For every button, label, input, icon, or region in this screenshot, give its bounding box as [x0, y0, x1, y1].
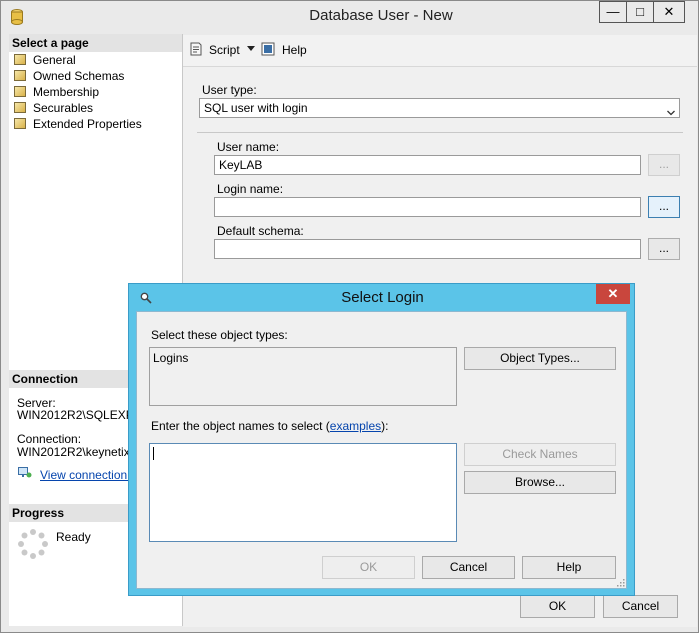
window-title: Database User - New — [309, 7, 453, 24]
ok-button[interactable]: OK — [520, 595, 595, 618]
user-type-dropdown[interactable]: SQL user with login — [199, 98, 680, 118]
page-item-membership[interactable]: Membership — [9, 84, 182, 100]
dialog-ok-button[interactable]: OK — [322, 556, 415, 579]
server-value: WIN2012R2\SQLEXPR — [17, 408, 143, 422]
login-name-input[interactable] — [214, 197, 641, 217]
resize-grip-icon[interactable] — [615, 576, 625, 587]
page-item-label: Membership — [33, 85, 100, 99]
object-types-button[interactable]: Object Types... — [464, 347, 616, 370]
page-item-owned-schemas[interactable]: Owned Schemas — [9, 68, 182, 84]
page-icon — [14, 102, 26, 113]
page-item-label: Securables — [33, 101, 94, 115]
database-icon — [11, 9, 23, 25]
user-type-label: User type: — [202, 83, 257, 97]
default-schema-browse-button[interactable]: ... — [648, 238, 680, 260]
dialog-close-button[interactable]: ✕ — [596, 284, 630, 304]
page-item-extended-properties[interactable]: Extended Properties — [9, 116, 182, 132]
page-item-label: Owned Schemas — [33, 69, 125, 83]
user-name-browse-button[interactable]: ... — [648, 154, 680, 176]
select-page-header: Select a page — [9, 34, 182, 52]
page-item-securables[interactable]: Securables — [9, 100, 182, 116]
page-item-label: General — [33, 53, 76, 67]
chevron-down-icon — [247, 46, 255, 51]
help-label: Help — [282, 43, 307, 57]
dialog-cancel-button[interactable]: Cancel — [422, 556, 515, 579]
page-item-label: Extended Properties — [33, 117, 142, 131]
help-button[interactable]: Help — [261, 41, 311, 61]
object-names-label-text: Enter the object names to select ( — [151, 419, 330, 433]
view-connection-link[interactable]: View connection pr — [40, 468, 141, 482]
help-icon — [261, 42, 275, 56]
object-types-label: Select these object types: — [151, 328, 288, 342]
object-names-label-end: ): — [381, 419, 389, 433]
check-names-button[interactable]: Check Names — [464, 443, 616, 466]
page-list: General Owned Schemas Membership Securab… — [9, 52, 182, 132]
dialog-body: Select these object types: Logins Object… — [136, 311, 627, 589]
page-icon — [14, 86, 26, 97]
examples-link[interactable]: examples — [330, 419, 381, 433]
default-schema-label: Default schema: — [217, 224, 304, 238]
dialog-help-button[interactable]: Help — [522, 556, 616, 579]
select-login-dialog: Select Login ✕ Select these object types… — [128, 283, 635, 596]
close-button[interactable]: ✕ — [653, 1, 685, 23]
dialog-title: Select Login — [341, 289, 424, 306]
text-cursor — [153, 447, 154, 460]
page-icon — [14, 54, 26, 65]
separator — [197, 132, 683, 133]
connection-label: Connection: — [17, 432, 82, 446]
progress-spinner-icon — [17, 528, 49, 560]
script-label: Script — [209, 43, 240, 57]
minimize-button[interactable]: — — [599, 1, 627, 23]
connection-value: WIN2012R2\keynetix — [17, 445, 130, 459]
progress-status: Ready — [56, 530, 91, 544]
script-button[interactable]: Script — [189, 41, 259, 61]
object-names-label: Enter the object names to select (exampl… — [151, 419, 388, 433]
user-type-value: SQL user with login — [204, 101, 308, 115]
user-name-label: User name: — [217, 140, 280, 154]
cancel-button[interactable]: Cancel — [603, 595, 678, 618]
page-icon — [14, 70, 26, 81]
script-icon — [189, 42, 203, 56]
default-schema-input[interactable] — [214, 239, 641, 259]
object-names-textarea[interactable] — [149, 443, 457, 542]
toolbar: Script Help — [183, 35, 697, 67]
page-icon — [14, 118, 26, 129]
user-name-input[interactable]: KeyLAB — [214, 155, 641, 175]
login-name-label: Login name: — [217, 182, 284, 196]
window-titlebar[interactable]: Database User - New — □ ✕ — [1, 1, 698, 33]
page-item-general[interactable]: General — [9, 52, 182, 68]
maximize-button[interactable]: □ — [626, 1, 654, 23]
view-connection-icon — [18, 467, 32, 479]
chevron-down-icon — [667, 104, 675, 116]
login-name-browse-button[interactable]: ... — [648, 196, 680, 218]
browse-button[interactable]: Browse... — [464, 471, 616, 494]
object-types-box: Logins — [149, 347, 457, 406]
